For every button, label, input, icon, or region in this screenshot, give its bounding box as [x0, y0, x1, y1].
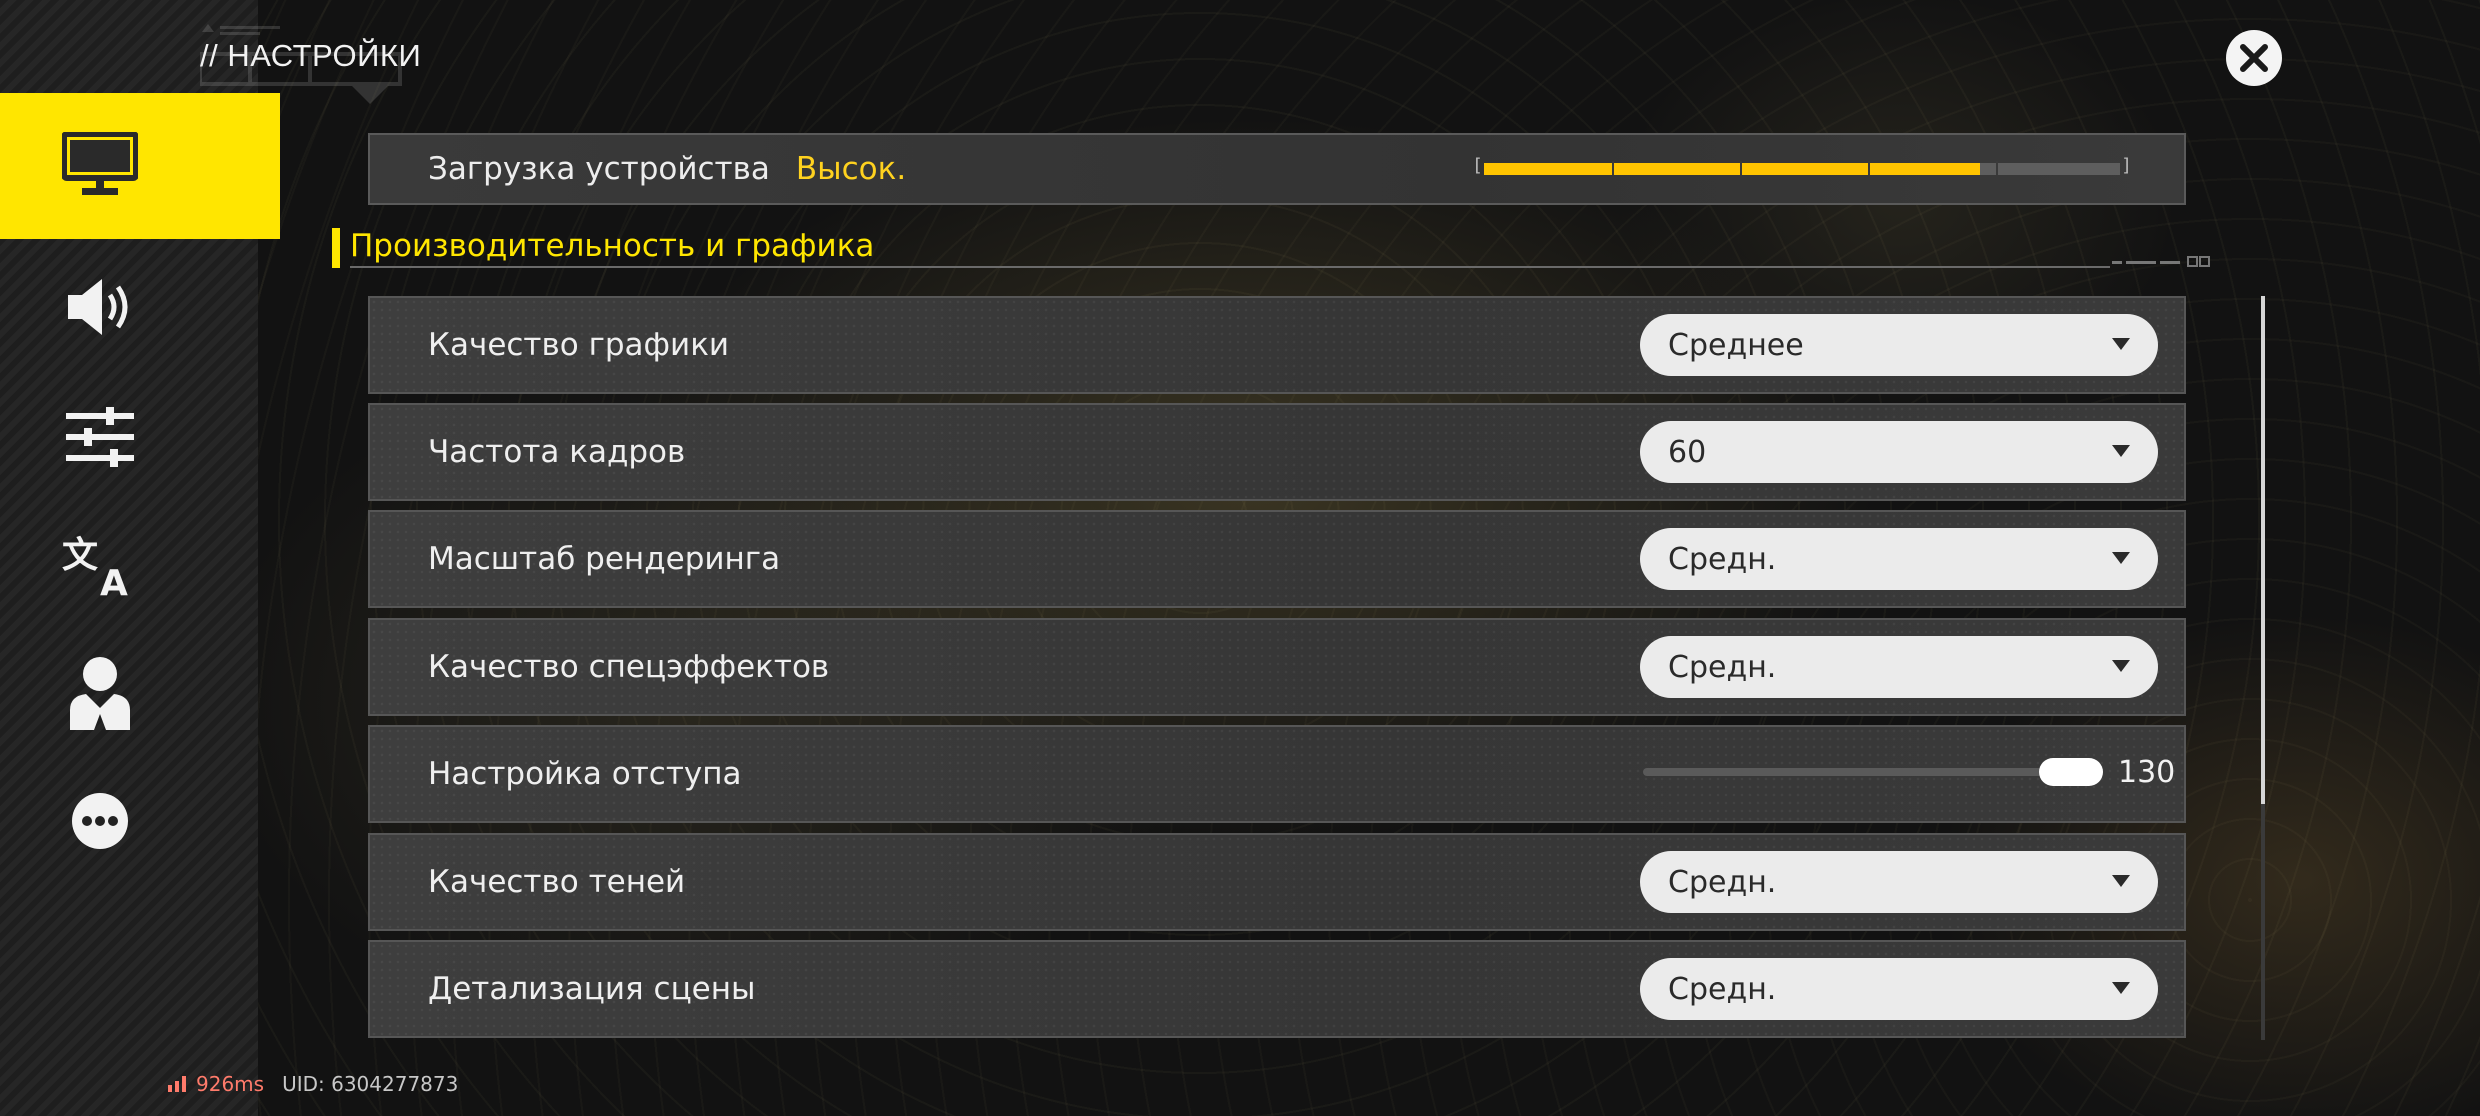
sliders-icon [66, 407, 134, 467]
setting-row-shadow-quality: Качество теней Средн. [368, 833, 2186, 931]
setting-label: Частота кадров [428, 434, 686, 470]
sidebar-item-more[interactable] [0, 766, 280, 876]
setting-row-margin: Настройка отступа 130 [368, 725, 2186, 823]
section-decoration [2112, 256, 2210, 267]
setting-label: Детализация сцены [428, 971, 756, 1007]
setting-row-graphics-quality: Качество графики Среднее [368, 296, 2186, 394]
meter-tick [1996, 161, 1998, 175]
caret-down-icon [2112, 552, 2130, 564]
frame-rate-dropdown[interactable]: 60 [1640, 421, 2158, 483]
device-load-meter: [ ] [1472, 155, 2132, 177]
device-load-label: Загрузка устройства [428, 151, 770, 187]
device-load-fill [1484, 163, 1980, 175]
translate-icon: 文 A [62, 535, 128, 597]
caret-down-icon [2112, 875, 2130, 887]
ping-value: 926ms [196, 1072, 265, 1096]
section-divider [350, 266, 2110, 268]
graphics-quality-dropdown[interactable]: Среднее [1640, 314, 2158, 376]
sidebar-item-account[interactable] [0, 638, 280, 748]
device-load-row: Загрузка устройства Высок. [ ] [368, 133, 2186, 205]
dropdown-value: 60 [1668, 434, 1707, 470]
dropdown-value: Средн. [1668, 649, 1777, 685]
section-header: Производительность и графика [332, 228, 2212, 268]
sidebar-item-controls[interactable] [0, 382, 280, 492]
uid-text: UID: 6304277873 [282, 1072, 459, 1096]
more-icon [72, 793, 128, 849]
setting-row-render-scale: Масштаб рендеринга Средн. [368, 510, 2186, 608]
close-button[interactable] [2226, 30, 2282, 86]
section-title: Производительность и графика [350, 228, 875, 264]
meter-tick [1612, 161, 1614, 175]
device-load-value: Высок. [795, 151, 907, 187]
shadow-quality-dropdown[interactable]: Средн. [1640, 851, 2158, 913]
section-marker [332, 228, 340, 268]
svg-text:A: A [100, 563, 128, 597]
setting-row-frame-rate: Частота кадров 60 [368, 403, 2186, 501]
meter-tick [1868, 161, 1870, 175]
dropdown-value: Средн. [1668, 864, 1777, 900]
margin-slider-value: 130 [2118, 755, 2176, 790]
dropdown-value: Среднее [1668, 327, 1804, 363]
dropdown-value: Средн. [1668, 971, 1777, 1007]
person-icon [70, 657, 130, 730]
meter-bracket-left: [ [1472, 155, 1483, 176]
render-scale-dropdown[interactable]: Средн. [1640, 528, 2158, 590]
meter-tick [1740, 161, 1742, 175]
margin-slider-thumb[interactable] [2039, 758, 2103, 786]
sidebar-item-display[interactable] [0, 93, 280, 239]
signal-icon [168, 1076, 186, 1092]
svg-text:文: 文 [62, 535, 98, 576]
effects-quality-dropdown[interactable]: Средн. [1640, 636, 2158, 698]
sidebar-item-audio[interactable] [0, 252, 280, 362]
monitor-icon [62, 132, 138, 195]
setting-row-effects-quality: Качество спецэффектов Средн. [368, 618, 2186, 716]
scrollbar-thumb[interactable] [2261, 296, 2265, 804]
caret-down-icon [2112, 445, 2130, 457]
setting-label: Качество графики [428, 327, 730, 363]
setting-label: Масштаб рендеринга [428, 541, 781, 577]
status-footer: 926ms UID: 6304277873 [168, 1072, 458, 1096]
speaker-icon [68, 279, 128, 335]
caret-down-icon [2112, 660, 2130, 672]
meter-bracket-right: ] [2121, 155, 2132, 176]
scene-detail-dropdown[interactable]: Средн. [1640, 958, 2158, 1020]
page-title: // НАСТРОЙКИ [200, 38, 422, 73]
margin-slider[interactable] [1643, 758, 2103, 786]
setting-label: Настройка отступа [428, 756, 742, 792]
close-icon [2240, 44, 2268, 72]
setting-row-scene-detail: Детализация сцены Средн. [368, 940, 2186, 1038]
setting-label: Качество спецэффектов [428, 649, 830, 685]
caret-down-icon [2112, 338, 2130, 350]
caret-down-icon [2112, 982, 2130, 994]
settings-scrollbar[interactable] [2261, 296, 2265, 1040]
setting-label: Качество теней [428, 864, 686, 900]
sidebar-item-language[interactable]: 文 A [0, 510, 280, 620]
dropdown-value: Средн. [1668, 541, 1777, 577]
